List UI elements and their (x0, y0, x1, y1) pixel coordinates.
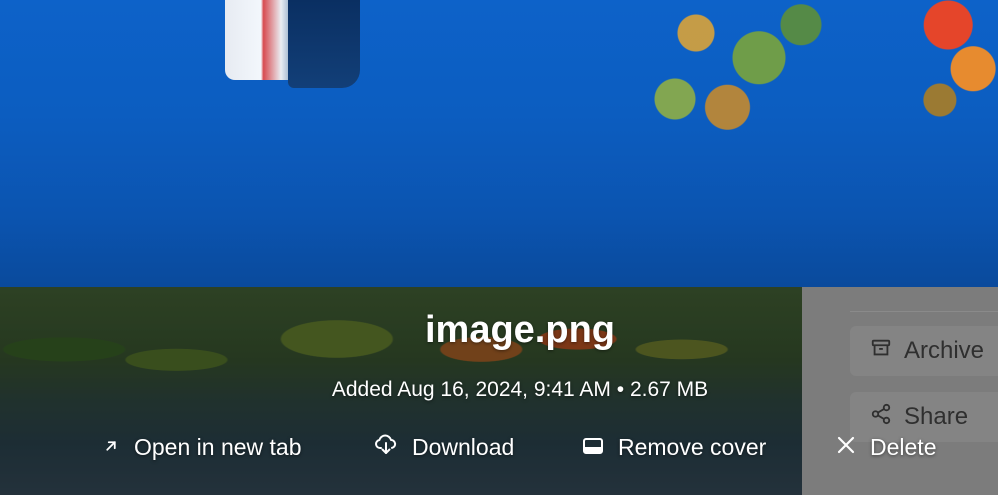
delete-label: Delete (870, 433, 937, 460)
attachment-actions: Open in new tab Download Remove cover De… (0, 430, 998, 464)
sky-reflection (0, 0, 998, 287)
close-icon (836, 434, 856, 461)
file-size: 2.67 MB (629, 378, 709, 401)
open-in-new-tab-label: Open in new tab (134, 433, 302, 460)
open-in-new-tab-button[interactable]: Open in new tab (102, 430, 302, 464)
added-date: Added Aug 16, 2024, 9:41 AM (331, 378, 611, 401)
remove-cover-label: Remove cover (618, 433, 767, 460)
share-icon (870, 403, 892, 432)
download-label: Download (412, 433, 515, 460)
arrow-up-right-icon (102, 434, 120, 461)
building-reflection-dark (288, 0, 360, 88)
file-name: image.png (424, 309, 616, 351)
file-meta: Added Aug 16, 2024, 9:41 AM • 2.67 MB (0, 378, 998, 402)
download-button[interactable]: Download (374, 430, 514, 464)
cloud-download-icon (374, 433, 398, 461)
meta-separator: • (616, 378, 625, 401)
remove-cover-button[interactable]: Remove cover (582, 430, 766, 464)
share-label: Share (904, 403, 969, 430)
delete-button[interactable]: Delete (836, 430, 936, 464)
tree-reflection-red (915, 0, 998, 125)
tree-reflection (633, 0, 843, 165)
cover-icon (582, 434, 604, 461)
